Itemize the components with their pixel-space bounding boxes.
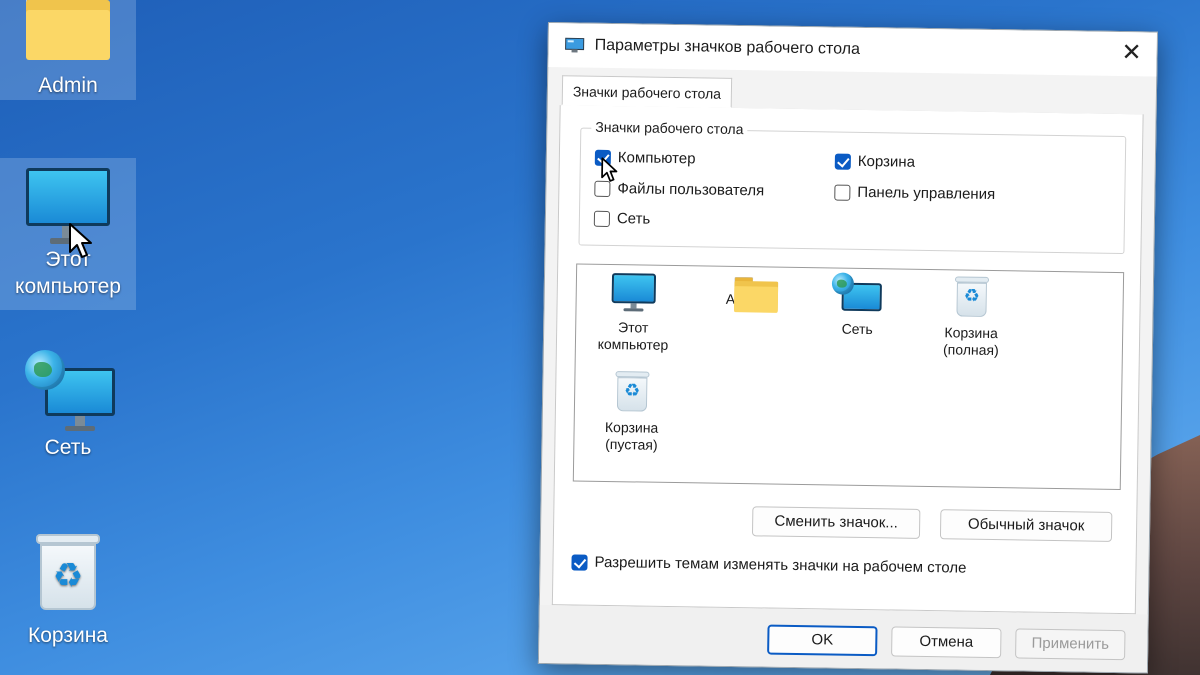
dialog-title: Параметры значков рабочего стола <box>594 36 861 58</box>
desktop-icon-recycle-bin[interactable]: ♻ Корзина <box>0 530 136 660</box>
icon-list-item-recycle-empty[interactable]: ♻ Корзина (пустая) <box>576 371 687 455</box>
change-icon-button[interactable]: Сменить значок... <box>751 506 921 539</box>
icon-list-label: Сеть <box>841 320 873 338</box>
checkbox-box[interactable] <box>593 210 611 227</box>
checkbox-network[interactable]: Сеть <box>593 210 651 228</box>
icon-list-label: Корзина <box>604 418 659 436</box>
tab-panel: Значки рабочего стола Компьютер Корзина … <box>551 105 1144 615</box>
icon-list-item-admin[interactable]: Admin <box>691 274 802 313</box>
default-icon-button[interactable]: Обычный значок <box>939 509 1113 542</box>
checkbox-box[interactable] <box>571 553 588 571</box>
cancel-button[interactable]: Отмена <box>891 626 1002 659</box>
desktop-icon-label: компьютер <box>15 275 121 298</box>
icon-list-item-recycle-full[interactable]: ♻ Корзина (полная) <box>916 276 1027 360</box>
apply-button[interactable]: Применить <box>1015 628 1126 661</box>
icon-list-label: компьютер <box>597 335 669 353</box>
close-button[interactable]: ✕ <box>1114 38 1148 71</box>
checkbox-label: Компьютер <box>617 149 696 168</box>
checkbox-control-panel[interactable]: Панель управления <box>834 183 996 204</box>
mouse-cursor-icon <box>601 157 618 182</box>
checkbox-box[interactable] <box>834 153 851 170</box>
desktop-icon-label: Сеть <box>44 436 92 459</box>
checkbox-label: Разрешить темам изменять значки на рабоч… <box>594 553 967 577</box>
icon-list-label: Корзина <box>944 324 998 342</box>
recycle-bin-empty-icon: ♻ <box>615 371 650 412</box>
checkbox-box[interactable] <box>834 184 851 201</box>
checkbox-label: Сеть <box>616 210 651 228</box>
icon-list-label: (пустая) <box>605 435 658 453</box>
icon-list-label: (полная) <box>942 341 999 359</box>
desktop-icon-settings-dialog: Параметры значков рабочего стола ✕ Значк… <box>537 22 1158 674</box>
checkbox-allow-themes[interactable]: Разрешить темам изменять значки на рабоч… <box>571 553 967 577</box>
checkbox-label: Файлы пользователя <box>617 180 765 200</box>
monitor-icon <box>611 273 657 314</box>
recycle-bin-icon: ♻ <box>36 534 100 614</box>
icon-list-item-this-pc[interactable]: Этот компьютер <box>578 273 689 355</box>
checkbox-user-files[interactable]: Файлы пользователя <box>594 180 765 200</box>
ok-button[interactable]: OK <box>767 624 878 657</box>
icon-list: Этот компьютер Admin Сеть <box>572 263 1125 491</box>
desktop-settings-icon <box>565 37 585 53</box>
network-icon <box>831 272 884 317</box>
dialog-footer: OK Отмена Применить <box>538 604 1148 673</box>
checkbox-label: Корзина <box>857 152 916 171</box>
desktop-icon-admin[interactable]: Admin <box>0 0 136 100</box>
folder-icon <box>734 276 779 313</box>
tab-desktop-icons[interactable]: Значки рабочего стола <box>561 75 733 108</box>
mouse-cursor-icon <box>69 223 92 258</box>
icon-list-item-network[interactable]: Сеть <box>802 272 913 339</box>
checkbox-label: Панель управления <box>857 183 996 204</box>
recycle-bin-full-icon: ♻ <box>954 276 990 317</box>
group-label: Значки рабочего стола <box>591 118 748 138</box>
icon-list-label: Этот <box>617 319 649 336</box>
folder-icon <box>26 0 110 64</box>
checkbox-recycle-bin[interactable]: Корзина <box>834 152 916 171</box>
title-bar[interactable]: Параметры значков рабочего стола ✕ <box>548 23 1157 77</box>
desktop-icon-network[interactable]: Сеть <box>0 340 136 470</box>
desktop-icon-label: Admin <box>38 74 98 97</box>
network-icon <box>25 346 117 436</box>
desktop-icon-label: Корзина <box>28 624 108 647</box>
desktop-icons-group: Значки рабочего стола Компьютер Корзина … <box>578 118 1127 255</box>
